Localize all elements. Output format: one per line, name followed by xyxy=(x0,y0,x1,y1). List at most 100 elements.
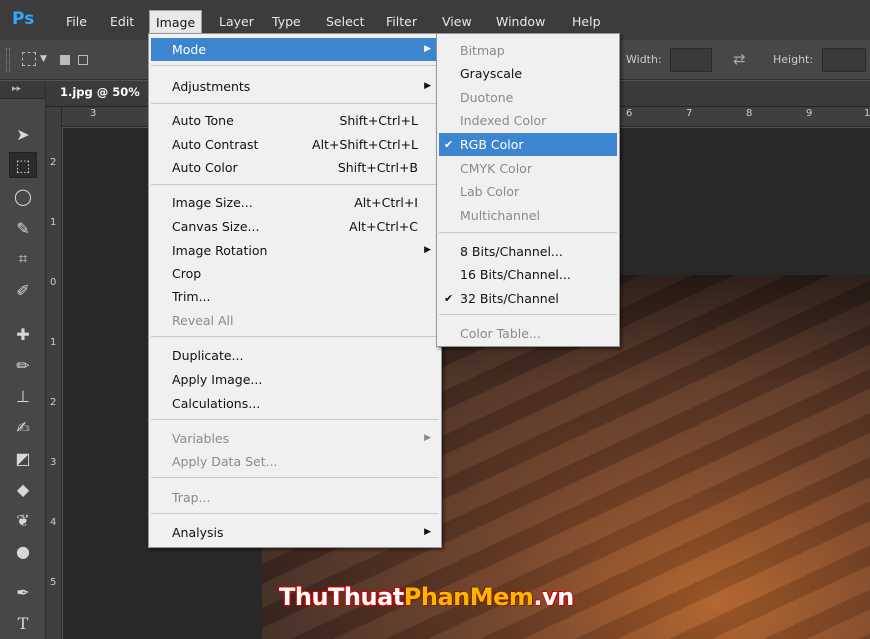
clone-stamp-tool-icon[interactable]: ⊥ xyxy=(9,383,37,409)
pen-tool-icon[interactable]: ✒ xyxy=(9,579,37,605)
image-menu-dropdown: Mode ▶ Adjustments ▶ Auto Tone Shift+Ctrl+L… xyxy=(148,33,442,548)
menu-shortcut: Alt+Shift+Ctrl+L xyxy=(312,137,418,152)
mode-item-cmyk-color[interactable]: CMYK Color xyxy=(439,157,617,180)
watermark-part-1: ThuThuat xyxy=(279,583,404,611)
mode-item-8-bits[interactable]: 8 Bits/Channel... xyxy=(439,240,617,263)
watermark-part-2: PhanMem xyxy=(403,583,534,611)
new-selection-icon[interactable] xyxy=(60,55,70,65)
menu-item-calculations[interactable]: Calculations... xyxy=(151,392,439,415)
menu-item-reveal-all[interactable]: Reveal All xyxy=(151,309,439,332)
vertical-ruler[interactable]: 2 1 0 1 2 3 4 5 xyxy=(46,127,62,639)
paint-bucket-tool-icon[interactable]: ◆ xyxy=(9,476,37,502)
menu-item-duplicate[interactable]: Duplicate... xyxy=(151,344,439,367)
mode-item-16-bits[interactable]: 16 Bits/Channel... xyxy=(439,263,617,286)
type-tool-icon[interactable]: T xyxy=(9,610,37,636)
move-tool-icon[interactable]: ➤ xyxy=(9,121,37,147)
mode-item-multichannel[interactable]: Multichannel xyxy=(439,204,617,227)
menu-item-label: 16 Bits/Channel... xyxy=(460,267,571,282)
menu-item-label: Adjustments xyxy=(172,79,251,94)
quick-selection-tool-icon[interactable]: ✎ xyxy=(9,215,37,241)
checkmark-icon: ✔ xyxy=(444,292,454,305)
menu-item-analysis[interactable]: Analysis ▶ xyxy=(151,521,439,544)
menu-separator xyxy=(151,184,439,185)
menu-item-apply-data-set[interactable]: Apply Data Set... xyxy=(151,450,439,473)
eraser-tool-icon[interactable]: ◩ xyxy=(9,445,37,471)
marquee-tool-icon[interactable]: ⬚ xyxy=(9,152,37,178)
menu-item-label: Bitmap xyxy=(460,43,505,58)
menu-item-label: Grayscale xyxy=(460,66,523,81)
mode-item-duotone[interactable]: Duotone xyxy=(439,86,617,109)
menu-help[interactable]: Help xyxy=(566,10,607,34)
tools-panel-header[interactable]: ▸▸ xyxy=(0,81,45,99)
menu-item-mode[interactable]: Mode ▶ xyxy=(151,38,439,61)
menu-item-image-rotation[interactable]: Image Rotation ▶ xyxy=(151,239,439,262)
menu-item-auto-tone[interactable]: Auto Tone Shift+Ctrl+L xyxy=(151,109,439,132)
menu-item-label: Mode xyxy=(172,42,207,57)
menu-item-crop[interactable]: Crop xyxy=(151,262,439,285)
menu-shortcut: Shift+Ctrl+L xyxy=(339,113,418,128)
healing-brush-tool-icon[interactable]: ✚ xyxy=(9,321,37,347)
menu-item-adjustments[interactable]: Adjustments ▶ xyxy=(151,75,439,98)
menu-filter[interactable]: Filter xyxy=(380,10,423,34)
marquee-tool-preset-icon[interactable] xyxy=(22,52,36,66)
eyedropper-tool-icon[interactable]: ✐ xyxy=(9,277,37,303)
mode-item-rgb-color[interactable]: ✔ RGB Color xyxy=(439,133,617,156)
width-field[interactable] xyxy=(670,48,712,72)
menu-item-label: Crop xyxy=(172,266,202,281)
menu-separator xyxy=(151,419,439,420)
tools-panel: ▸▸ ➤ ⬚ ◯ ✎ ⌗ ✐ ✚ ✏ ⊥ ✍ ◩ ◆ ❦ ● ✒ T xyxy=(0,81,46,639)
add-selection-icon[interactable] xyxy=(78,55,88,65)
menu-item-canvas-size[interactable]: Canvas Size... Alt+Ctrl+C xyxy=(151,215,439,238)
menu-select[interactable]: Select xyxy=(320,10,371,34)
menu-item-label: Analysis xyxy=(172,525,224,540)
lasso-tool-icon[interactable]: ◯ xyxy=(9,183,37,209)
menu-file[interactable]: File xyxy=(60,10,93,34)
menu-item-label: Trim... xyxy=(172,289,211,304)
ruler-tick-label: 9 xyxy=(806,108,813,119)
mode-item-bitmap[interactable]: Bitmap xyxy=(439,39,617,62)
menu-item-trim[interactable]: Trim... xyxy=(151,285,439,308)
menu-item-label: 8 Bits/Channel... xyxy=(460,244,563,259)
mode-item-grayscale[interactable]: Grayscale xyxy=(439,62,617,85)
watermark-part-3: .vn xyxy=(533,583,574,611)
menu-item-label: Lab Color xyxy=(460,184,520,199)
menu-item-image-size[interactable]: Image Size... Alt+Ctrl+I xyxy=(151,191,439,214)
crop-tool-icon[interactable]: ⌗ xyxy=(9,246,37,272)
menu-type[interactable]: Type xyxy=(266,10,307,34)
menu-item-auto-color[interactable]: Auto Color Shift+Ctrl+B xyxy=(151,156,439,179)
menu-item-auto-contrast[interactable]: Auto Contrast Alt+Shift+Ctrl+L xyxy=(151,133,439,156)
mode-submenu: Bitmap Grayscale Duotone Indexed Color ✔… xyxy=(436,33,620,347)
chevron-down-icon[interactable]: ▼ xyxy=(40,54,47,64)
dodge-tool-icon[interactable]: ● xyxy=(9,538,37,564)
menu-item-label: 32 Bits/Channel xyxy=(460,291,559,306)
menu-separator xyxy=(151,65,439,66)
mode-item-lab-color[interactable]: Lab Color xyxy=(439,180,617,203)
height-field[interactable] xyxy=(822,48,866,72)
menu-separator xyxy=(151,336,439,337)
menu-view[interactable]: View xyxy=(436,10,478,34)
menu-item-label: Color Table... xyxy=(460,326,541,341)
menu-item-variables[interactable]: Variables ▶ xyxy=(151,427,439,450)
menu-item-trap[interactable]: Trap... xyxy=(151,486,439,509)
menu-layer[interactable]: Layer xyxy=(213,10,260,34)
menu-window[interactable]: Window xyxy=(490,10,551,34)
options-grip[interactable] xyxy=(6,48,10,72)
ruler-tick-label: 7 xyxy=(686,108,693,119)
blur-tool-icon[interactable]: ❦ xyxy=(9,507,37,533)
menu-item-apply-image[interactable]: Apply Image... xyxy=(151,368,439,391)
mode-item-indexed-color[interactable]: Indexed Color xyxy=(439,109,617,132)
brush-tool-icon[interactable]: ✏ xyxy=(9,352,37,378)
ruler-tick-label: 3 xyxy=(90,108,97,119)
document-tab[interactable]: 1.jpg @ 50% xyxy=(60,85,140,99)
ruler-tick-label: 1 xyxy=(864,108,870,119)
mode-item-color-table[interactable]: Color Table... xyxy=(439,322,617,345)
swap-dimensions-icon[interactable]: ⇄ xyxy=(733,50,746,68)
history-brush-tool-icon[interactable]: ✍ xyxy=(9,414,37,440)
menu-image[interactable]: Image xyxy=(149,10,203,34)
ruler-corner xyxy=(46,107,62,127)
width-label: Width: xyxy=(626,53,662,66)
ruler-tick-label: 1 xyxy=(50,217,57,228)
menu-edit[interactable]: Edit xyxy=(104,10,140,34)
mode-item-32-bits[interactable]: ✔ 32 Bits/Channel xyxy=(439,287,617,310)
menu-item-label: Apply Data Set... xyxy=(172,454,278,469)
